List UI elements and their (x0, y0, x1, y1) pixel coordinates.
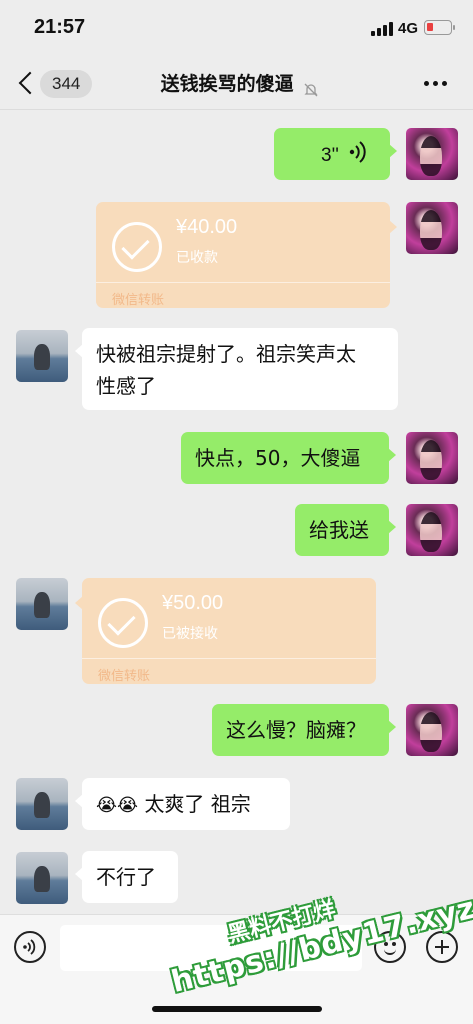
home-indicator (152, 1006, 322, 1012)
transfer-card[interactable]: ¥40.00 已收款 微信转账 (96, 202, 397, 308)
status-time: 21:57 (34, 16, 86, 38)
text-message-bubble[interactable]: 给我送 (295, 504, 396, 556)
text-message-bubble[interactable]: 快被祖宗提射了。祖宗笑声太 性感了 (75, 328, 398, 410)
message-line-2: 性感了 (96, 374, 156, 398)
text-message-bubble[interactable]: 😭😭 太爽了 祖宗 (75, 778, 290, 830)
transfer-amount: ¥50.00 (162, 592, 224, 614)
transfer-amount: ¥40.00 (176, 216, 238, 238)
contact-avatar[interactable] (16, 578, 68, 630)
message-text: 快点，50，大傻逼 (195, 446, 361, 470)
voice-input-icon[interactable] (14, 931, 46, 963)
message-text: 给我送 (309, 518, 369, 542)
signal-icon (371, 22, 395, 36)
transfer-footer: 微信转账 (112, 293, 165, 308)
unread-count-badge[interactable]: 344 (40, 70, 93, 98)
text-message-bubble[interactable]: 这么慢？脑瘫？ (212, 704, 396, 756)
text-message-bubble[interactable]: 快点，50，大傻逼 (181, 432, 396, 484)
more-options-icon[interactable] (424, 81, 448, 87)
transfer-divider (96, 282, 390, 283)
chat-header: 344 送钱挨骂的傻逼 (0, 58, 473, 110)
chat-title-text: 送钱挨骂的傻逼 (160, 73, 294, 95)
contact-avatar[interactable] (16, 330, 68, 382)
check-circle-icon (98, 598, 148, 648)
battery-icon (424, 20, 455, 35)
voice-wave-icon (349, 141, 366, 163)
my-avatar[interactable] (406, 128, 458, 180)
transfer-footer: 微信转账 (98, 669, 151, 684)
transfer-card[interactable]: ¥50.00 已被接收 微信转账 (75, 578, 376, 684)
network-type: 4G (398, 20, 419, 37)
my-avatar[interactable] (406, 202, 458, 254)
voice-duration: 3'' (321, 145, 339, 166)
chat-title: 送钱挨骂的傻逼 (120, 69, 360, 99)
status-bar: 21:57 4G (0, 0, 473, 58)
message-text: 太爽了 祖宗 (144, 792, 251, 816)
my-avatar[interactable] (406, 432, 458, 484)
transfer-status: 已收款 (176, 250, 218, 266)
text-message-bubble[interactable]: 不行了 (75, 851, 178, 903)
voice-message-bubble[interactable]: 3'' (274, 128, 397, 180)
transfer-status: 已被接收 (162, 626, 218, 642)
contact-avatar[interactable] (16, 852, 68, 904)
contact-avatar[interactable] (16, 778, 68, 830)
back-arrow-icon[interactable] (14, 68, 40, 98)
mute-bell-icon (303, 77, 319, 96)
message-text: 这么慢？脑瘫？ (226, 718, 366, 742)
my-avatar[interactable] (406, 504, 458, 556)
message-text: 不行了 (96, 865, 156, 889)
message-line-1: 快被祖宗提射了。祖宗笑声太 (96, 342, 356, 366)
crying-emoji: 😭😭 (96, 795, 139, 816)
my-avatar[interactable] (406, 704, 458, 756)
check-circle-icon (112, 222, 162, 272)
transfer-divider (82, 658, 376, 659)
